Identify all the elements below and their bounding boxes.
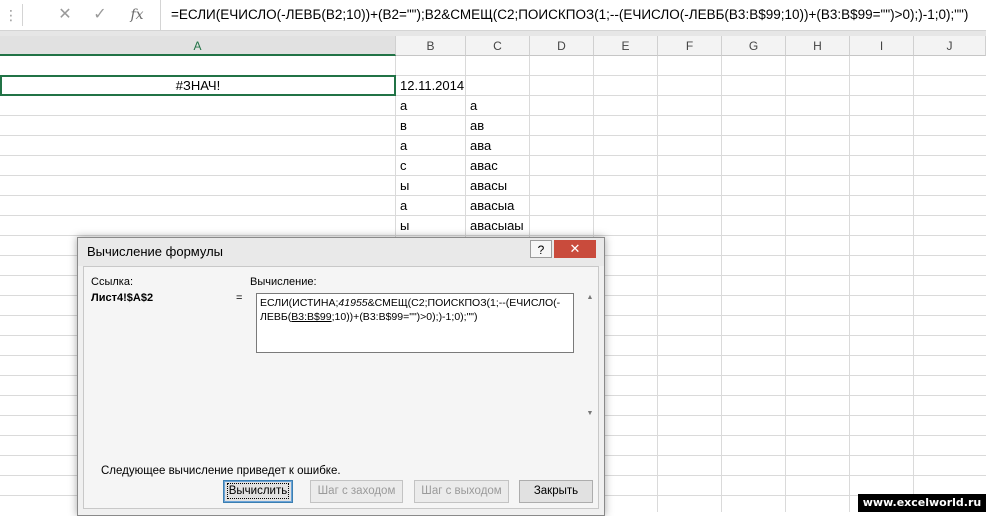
column-header-e[interactable]: E bbox=[594, 36, 658, 56]
enter-icon[interactable]: ✓ bbox=[87, 4, 113, 26]
dialog-title[interactable]: Вычисление формулы bbox=[78, 238, 604, 266]
equals-sign: = bbox=[236, 292, 243, 304]
formula-bar-grip[interactable]: ⋮ bbox=[4, 6, 18, 24]
gridline bbox=[785, 56, 786, 512]
divider bbox=[22, 4, 23, 26]
cell-b3[interactable]: а bbox=[397, 96, 465, 116]
cell-b9[interactable]: ы bbox=[397, 216, 465, 236]
cell-c7[interactable]: авасы bbox=[467, 176, 529, 196]
cell-b5[interactable]: а bbox=[397, 136, 465, 156]
evaluate-button-label: Вычислить bbox=[226, 483, 290, 499]
evaluation-label: Вычисление: bbox=[250, 276, 317, 288]
insert-function-icon[interactable]: fx bbox=[124, 4, 150, 26]
column-header-f[interactable]: F bbox=[658, 36, 722, 56]
evaluation-text-result: 41955 bbox=[338, 297, 368, 309]
scroll-down-icon[interactable]: ▼ bbox=[584, 409, 596, 419]
evaluation-scrollbar[interactable]: ▲ ▼ bbox=[584, 285, 596, 453]
cell-c4[interactable]: ав bbox=[467, 116, 529, 136]
column-header-h[interactable]: H bbox=[786, 36, 850, 56]
help-button[interactable]: ? bbox=[530, 240, 552, 258]
evaluate-button[interactable]: Вычислить bbox=[223, 480, 293, 503]
gridline bbox=[913, 56, 914, 512]
column-header-g[interactable]: G bbox=[722, 36, 786, 56]
cell-b8[interactable]: а bbox=[397, 196, 465, 216]
cell-b7[interactable]: ы bbox=[397, 176, 465, 196]
column-header-j[interactable]: J bbox=[914, 36, 986, 56]
cell-b4[interactable]: в bbox=[397, 116, 465, 136]
scroll-up-icon[interactable]: ▲ bbox=[584, 293, 596, 303]
close-button[interactable]: Закрыть bbox=[519, 480, 593, 503]
cell-c6[interactable]: авас bbox=[467, 156, 529, 176]
cell-b6[interactable]: с bbox=[397, 156, 465, 176]
column-header-i[interactable]: I bbox=[850, 36, 914, 56]
cell-c9[interactable]: авасыаы bbox=[467, 216, 531, 236]
cell-c5[interactable]: ава bbox=[467, 136, 529, 156]
step-out-button[interactable]: Шаг с выходом bbox=[414, 480, 509, 503]
reference-label: Ссылка: bbox=[91, 276, 133, 288]
evaluation-text-underlined: B3:B$99 bbox=[291, 311, 332, 323]
column-header-a[interactable]: A bbox=[0, 36, 396, 56]
column-header-c[interactable]: C bbox=[466, 36, 530, 56]
close-icon[interactable]: ✕ bbox=[554, 240, 596, 258]
cell-c8[interactable]: авасыа bbox=[467, 196, 529, 216]
column-header-b[interactable]: B bbox=[396, 36, 466, 56]
cell-b2[interactable]: 12.11.2014 bbox=[397, 76, 465, 96]
cell-a2-active[interactable]: #ЗНАЧ! bbox=[0, 75, 396, 96]
cancel-icon[interactable]: ✕ bbox=[52, 4, 78, 26]
evaluation-text-part: ;10))+(B3:B$99="")>0);)-1;0);"") bbox=[331, 311, 478, 323]
cell-c3[interactable]: а bbox=[467, 96, 529, 116]
formula-input[interactable]: =ЕСЛИ(ЕЧИСЛО(-ЛЕВБ(B2;10))+(B2="");B2&СМ… bbox=[160, 0, 986, 30]
watermark: www.excelworld.ru bbox=[858, 494, 986, 512]
gridline bbox=[849, 56, 850, 512]
evaluate-formula-dialog: Вычисление формулы ? ✕ Ссылка: Лист4!$A$… bbox=[77, 237, 605, 516]
column-header-d[interactable]: D bbox=[530, 36, 594, 56]
gridline bbox=[657, 56, 658, 512]
error-message: Следующее вычисление приведет к ошибке. bbox=[101, 465, 341, 477]
gridline bbox=[721, 56, 722, 512]
step-in-button[interactable]: Шаг с заходом bbox=[310, 480, 403, 503]
dialog-body: Ссылка: Лист4!$A$2 = Вычисление: ЕСЛИ(ИС… bbox=[83, 266, 599, 509]
reference-value: Лист4!$A$2 bbox=[91, 292, 154, 304]
evaluation-textbox[interactable]: ЕСЛИ(ИСТИНА;41955&СМЕЩ(C2;ПОИСКПОЗ(1;--(… bbox=[256, 293, 574, 353]
formula-bar: ⋮ ✕ ✓ fx =ЕСЛИ(ЕЧИСЛО(-ЛЕВБ(B2;10))+(B2=… bbox=[0, 0, 986, 31]
evaluation-text-part: ЕСЛИ(ИСТИНА; bbox=[260, 297, 339, 309]
